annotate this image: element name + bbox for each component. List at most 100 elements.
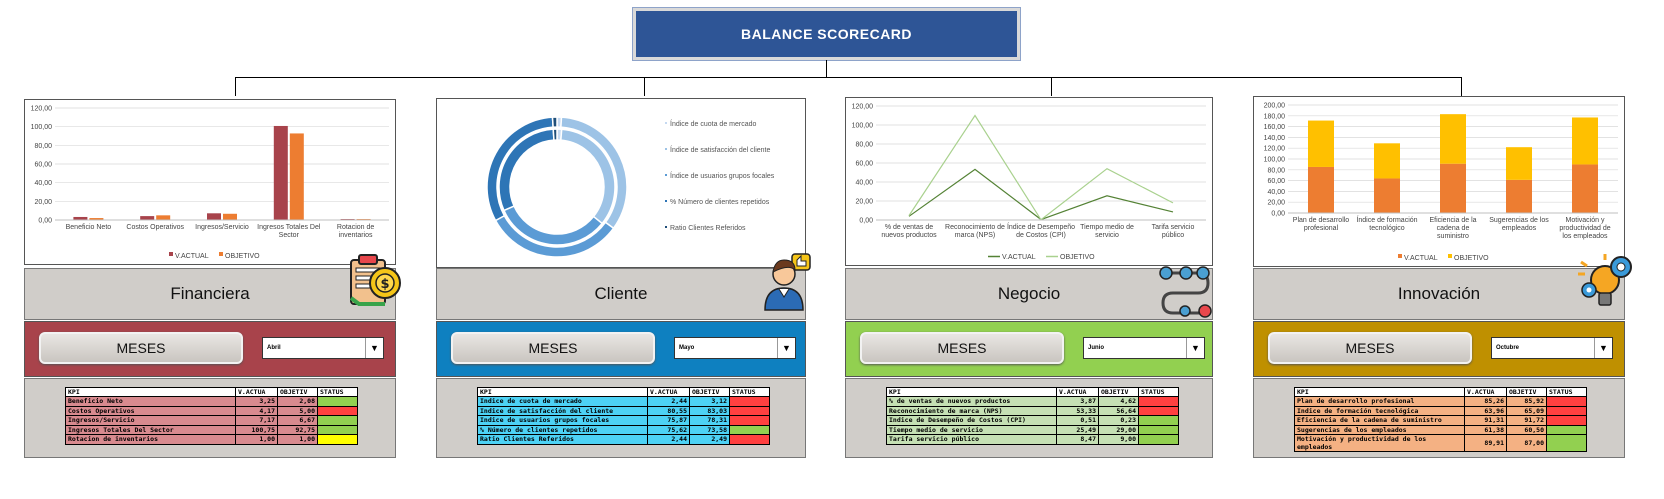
actual-value-cell: 91,31 <box>1464 415 1507 426</box>
objective-value-cell: 73,58 <box>689 424 730 435</box>
status-cell <box>729 424 770 435</box>
kpi-name-cell: Indice de satisfacción del cliente <box>477 405 648 416</box>
objective-value-cell: 4,62 <box>1098 396 1139 407</box>
y-tick-label: 0,00 <box>859 218 873 225</box>
month-dropdown[interactable]: Abril ▼ <box>262 337 384 359</box>
actual-value-cell: 75,62 <box>647 424 690 435</box>
bar <box>273 125 288 220</box>
legend-label: V.ACTUAL <box>175 253 209 260</box>
meses-button[interactable]: MESES <box>1268 332 1472 364</box>
legend-swatch <box>665 148 667 150</box>
kpi-name-cell: Tarifa servicio público <box>886 434 1057 445</box>
chevron-down-icon[interactable]: ▼ <box>777 338 795 358</box>
chart-3: 0,00 20,00 40,00 60,00 80,00 100,00 120,00 % de… <box>845 97 1213 266</box>
legend-swatch <box>219 252 223 256</box>
bar-segment <box>1440 114 1466 164</box>
customer-thumbs-up-icon <box>762 252 812 317</box>
y-tick-label: 40,00 <box>34 180 52 187</box>
section-title: Innovación <box>1397 284 1481 303</box>
month-dropdown[interactable]: Octubre ▼ <box>1491 337 1613 359</box>
actual-value-cell: 3,25 <box>235 396 278 407</box>
chevron-down-icon[interactable]: ▼ <box>365 338 383 358</box>
month-dropdown[interactable]: Mayo ▼ <box>674 337 796 359</box>
connector-drop-4 <box>1461 77 1462 96</box>
objective-value-cell: 3,12 <box>689 396 730 407</box>
status-cell <box>317 434 358 445</box>
kpi-name-cell: Indice de formación tecnológica <box>1294 405 1465 416</box>
actual-value-cell: 61,38 <box>1464 424 1507 435</box>
x-tick-label: Sector <box>279 232 300 239</box>
legend-swatch <box>1448 254 1452 258</box>
actual-value-cell: 1,00 <box>235 434 278 445</box>
objective-value-cell: 92,75 <box>277 424 318 435</box>
table-row: Indice de formación tecnológica 63,96 65,0… <box>1294 405 1587 416</box>
chevron-down-icon[interactable]: ▼ <box>1594 338 1612 358</box>
objective-value-cell: 78,31 <box>689 415 730 426</box>
status-cell <box>1546 424 1587 435</box>
bar-segment <box>1440 163 1466 213</box>
objective-value-cell: 56,64 <box>1098 405 1139 416</box>
legend-swatch <box>1398 254 1402 258</box>
table-row: Motivación y productividad de los emplea… <box>1294 434 1587 452</box>
svg-text:$: $ <box>380 277 389 292</box>
y-tick-label: 120,00 <box>31 106 53 113</box>
table-row: Eficiencia de la cadena de suministro 91,… <box>1294 415 1587 426</box>
month-selector-band: MESES Abril ▼ <box>24 321 396 377</box>
x-tick-label: suministro <box>1437 233 1469 240</box>
x-tick-label: Sugerencias de los <box>1489 217 1549 224</box>
x-tick-label: Plan de desarrollo <box>1293 217 1350 224</box>
legend-label: Índice de cuota de mercado <box>670 119 756 128</box>
actual-value-cell: 100,75 <box>235 424 278 435</box>
kpi-table: KPI V.ACTUA OBJETIV STATUS% de ventas de nu… <box>886 387 1179 445</box>
y-tick-label: 20,00 <box>1267 200 1285 207</box>
kpi-name-cell: Motivación y productividad de los emplea… <box>1294 434 1465 452</box>
meses-button[interactable]: MESES <box>860 332 1064 364</box>
month-dropdown-value: Junio <box>1088 345 1104 351</box>
kpi-name-cell: % Número de clientes repetidos <box>477 424 648 435</box>
bar <box>223 213 237 220</box>
kpi-column-header: V.ACTUA <box>1056 387 1099 397</box>
bar-segment <box>1308 166 1334 213</box>
kpi-name-cell: Indice de cuota de mercado <box>477 396 648 407</box>
table-row: Plan de desarrollo profesional 85,26 85,92 <box>1294 396 1587 407</box>
actual-value-cell: 75,87 <box>647 415 690 426</box>
bar-segment <box>1308 120 1334 167</box>
actual-value-cell: 80,55 <box>647 405 690 416</box>
meses-button[interactable]: MESES <box>451 332 655 364</box>
month-dropdown-value: Octubre <box>1496 345 1520 351</box>
kpi-header-row: KPI V.ACTUA OBJETIV STATUS <box>65 387 358 397</box>
section-title: Financiera <box>170 284 250 303</box>
x-tick-label: los empleados <box>1562 233 1608 240</box>
y-tick-label: 40,00 <box>855 180 873 187</box>
status-cell <box>1138 415 1179 426</box>
y-tick-label: 100,00 <box>31 124 53 131</box>
chevron-down-icon[interactable]: ▼ <box>1186 338 1204 358</box>
x-tick-label: servicio <box>1095 232 1119 239</box>
kpi-column-header: OBJETIV <box>277 387 318 397</box>
table-row: Beneficio Neto 3,25 2,08 <box>65 396 358 407</box>
table-row: % de ventas de nuevos productos 3,87 4,62 <box>886 396 1179 407</box>
kpi-column-header: V.ACTUA <box>1464 387 1507 397</box>
legend-swatch <box>665 200 667 202</box>
status-cell <box>317 424 358 435</box>
connector-drop-3 <box>1051 77 1052 96</box>
kpi-column-header: KPI <box>1294 387 1465 397</box>
meses-button[interactable]: MESES <box>39 332 243 364</box>
kpi-table-band: KPI V.ACTUA OBJETIV STATUS Plan de desarroll… <box>1253 378 1625 458</box>
kpi-name-cell: Eficiencia de la cadena de suministro <box>1294 415 1465 426</box>
status-cell <box>729 396 770 407</box>
x-tick-label: Índice de formación <box>1356 215 1417 224</box>
x-tick-label: tecnológico <box>1369 225 1405 232</box>
bar <box>207 213 221 220</box>
section-header: Cliente <box>436 268 806 320</box>
bar <box>156 215 171 220</box>
x-tick-label: nuevos productos <box>881 232 937 239</box>
kpi-header-row: KPI V.ACTUA OBJETIV STATUS <box>477 387 770 397</box>
month-dropdown[interactable]: Junio ▼ <box>1083 337 1205 359</box>
status-cell <box>729 415 770 426</box>
kpi-column-header: STATUS <box>1546 387 1587 397</box>
objective-value-cell: 29,00 <box>1098 424 1139 435</box>
x-tick-label: marca (NPS) <box>955 232 995 239</box>
chart-2: Índice de cuota de mercado Índice de sati… <box>436 98 806 268</box>
status-cell <box>729 405 770 416</box>
